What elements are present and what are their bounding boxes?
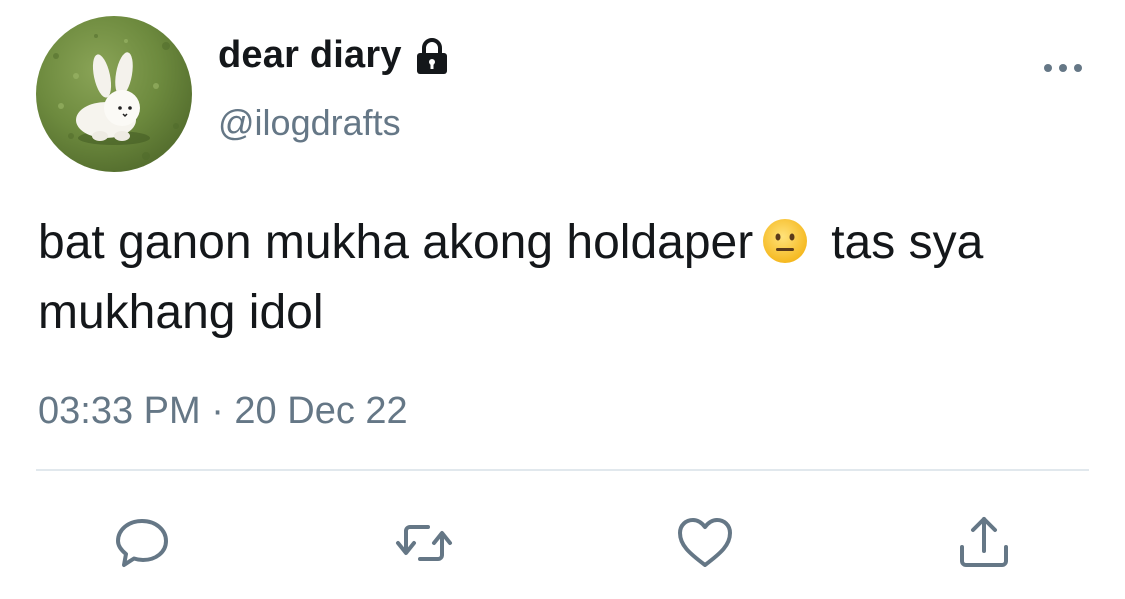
- user-handle[interactable]: @ilogdrafts: [218, 102, 401, 144]
- tweet-text: bat ganon mukha akong holdaper tas sya m…: [38, 208, 1098, 348]
- divider: [36, 469, 1089, 471]
- display-name[interactable]: dear diary: [218, 34, 402, 77]
- display-name-row[interactable]: dear diary: [218, 34, 452, 77]
- tweet-text-part1: bat ganon mukha akong holdaper: [38, 216, 754, 269]
- retweet-icon[interactable]: [394, 513, 454, 573]
- lock-icon: [412, 36, 452, 76]
- heart-icon[interactable]: [675, 513, 735, 573]
- tweet-timestamp[interactable]: 03:33 PM · 20 Dec 22: [38, 390, 408, 433]
- share-icon[interactable]: [954, 513, 1014, 573]
- neutral-face-emoji: [761, 215, 809, 263]
- more-dots-icon[interactable]: [1040, 56, 1086, 80]
- reply-icon[interactable]: [112, 513, 172, 573]
- avatar[interactable]: [36, 16, 192, 172]
